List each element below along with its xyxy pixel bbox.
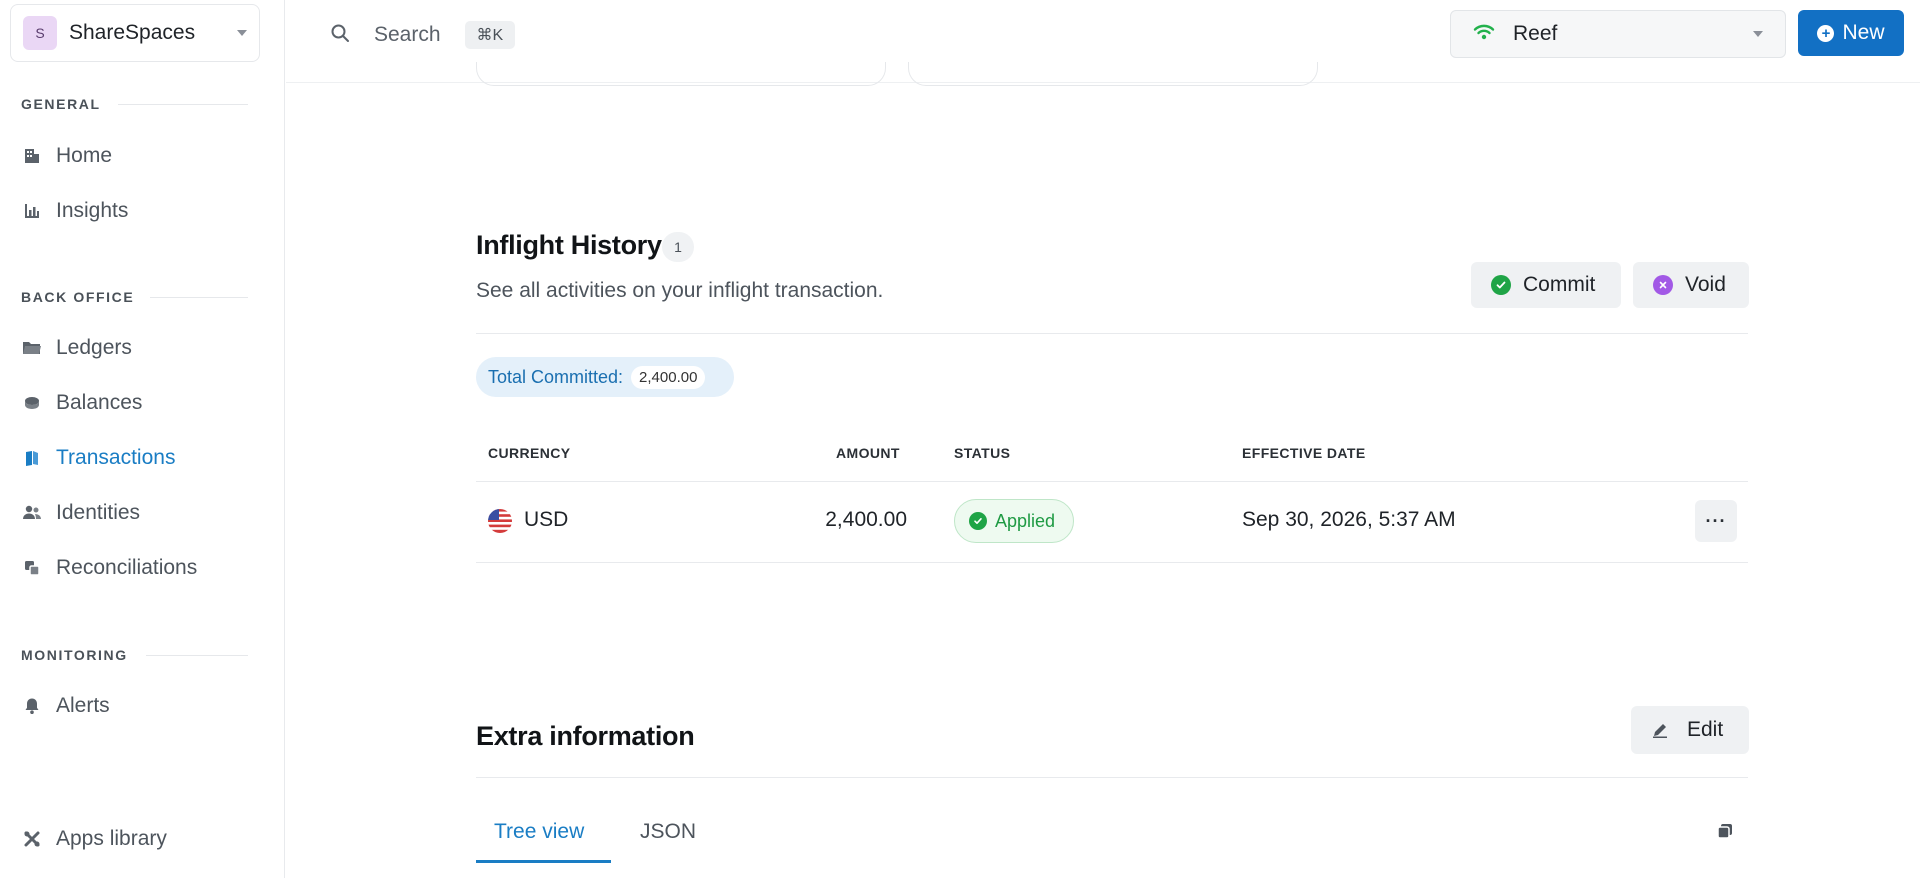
card-edge	[908, 62, 1318, 86]
sidebar-item-label: Balances	[56, 391, 143, 414]
tab-tree-view[interactable]: Tree view	[494, 820, 584, 844]
column-header-effective-date[interactable]: EFFECTIVE DATE	[1242, 445, 1366, 461]
row-currency: USD	[524, 508, 569, 531]
section-title-back-office: BACK OFFICE	[21, 289, 135, 305]
pencil-icon	[1651, 721, 1669, 739]
total-committed-value: 2,400.00	[631, 365, 706, 389]
inflight-history-subtitle: See all activities on your inflight tran…	[476, 279, 884, 302]
table-header-divider	[476, 481, 1748, 482]
coins-icon	[21, 392, 43, 414]
search-label: Search	[374, 23, 441, 46]
sidebar-item-label: Alerts	[56, 694, 110, 717]
tab-json[interactable]: JSON	[640, 820, 696, 844]
sidebar-item-label: Apps library	[56, 827, 167, 850]
column-header-currency[interactable]: CURRENCY	[488, 445, 571, 461]
status-badge: Applied	[954, 499, 1074, 543]
chevron-down-icon	[237, 30, 247, 36]
environment-name: Reef	[1513, 22, 1558, 45]
section-title-general: GENERAL	[21, 96, 101, 112]
column-header-amount[interactable]: AMOUNT	[836, 445, 900, 461]
sidebar-item-label: Ledgers	[56, 336, 132, 359]
section-divider	[118, 104, 248, 105]
table-row-divider	[476, 562, 1748, 563]
users-icon	[21, 502, 43, 524]
total-committed-label: Total Committed:	[488, 366, 624, 387]
sidebar-item-reconciliations[interactable]: Reconciliations	[21, 548, 197, 588]
new-button[interactable]: + New	[1798, 10, 1904, 56]
copy-icon[interactable]	[1716, 822, 1734, 845]
wifi-icon	[1473, 23, 1495, 46]
section-divider	[146, 655, 248, 656]
sidebar-item-balances[interactable]: Balances	[21, 383, 142, 423]
check-circle-icon	[1491, 275, 1511, 295]
row-effective-date: Sep 30, 2026, 5:37 AM	[1242, 508, 1456, 531]
us-flag-icon	[488, 509, 512, 533]
commit-button[interactable]: Commit	[1471, 262, 1621, 308]
count-badge: 1	[662, 232, 694, 262]
sidebar-item-transactions[interactable]: Transactions	[21, 438, 175, 478]
void-button[interactable]: Void	[1633, 262, 1749, 308]
extra-information-title: Extra information	[476, 721, 695, 751]
search-trigger[interactable]: Search ⌘K	[330, 18, 516, 52]
total-committed-pill: Total Committed: 2,400.00	[476, 357, 734, 397]
sidebar: S ShareSpaces GENERAL Home Insights BACK…	[0, 0, 285, 878]
sidebar-item-label: Identities	[56, 501, 141, 524]
card-edge	[476, 62, 886, 86]
sidebar-item-ledgers[interactable]: Ledgers	[21, 328, 132, 368]
reconcile-icon	[21, 557, 43, 579]
sidebar-item-alerts[interactable]: Alerts	[21, 686, 110, 726]
inflight-history-title: Inflight History	[476, 230, 662, 260]
workspace-avatar: S	[23, 16, 57, 50]
row-actions-button[interactable]: ···	[1695, 500, 1737, 542]
tools-icon	[21, 828, 43, 850]
section-divider	[476, 777, 1748, 778]
column-header-status[interactable]: STATUS	[954, 445, 1010, 461]
check-circle-icon	[969, 512, 987, 530]
sidebar-item-apps-library[interactable]: Apps library	[21, 819, 167, 859]
chevron-down-icon	[1753, 31, 1763, 37]
new-button-label: New	[1842, 21, 1885, 44]
sidebar-item-insights[interactable]: Insights	[21, 191, 128, 231]
section-title-monitoring: MONITORING	[21, 647, 128, 663]
search-icon	[330, 23, 350, 48]
environment-selector[interactable]: Reef	[1450, 10, 1786, 58]
status-label: Applied	[995, 510, 1056, 531]
bell-icon	[21, 695, 43, 717]
bar-chart-icon	[21, 200, 43, 222]
sidebar-item-label: Insights	[56, 199, 129, 222]
edit-label: Edit	[1687, 718, 1724, 741]
edit-button[interactable]: Edit	[1631, 706, 1749, 754]
search-shortcut: ⌘K	[464, 21, 516, 49]
folder-icon	[21, 337, 43, 359]
active-tab-indicator	[476, 860, 611, 863]
transactions-icon	[21, 447, 43, 469]
more-horizontal-icon: ···	[1705, 510, 1727, 531]
section-divider	[150, 297, 248, 298]
sidebar-item-identities[interactable]: Identities	[21, 493, 140, 533]
x-circle-icon	[1653, 275, 1673, 295]
plus-circle-icon: +	[1817, 24, 1835, 42]
workspace-switcher[interactable]: S ShareSpaces	[10, 4, 260, 62]
workspace-name: ShareSpaces	[69, 21, 196, 44]
sidebar-item-home[interactable]: Home	[21, 136, 112, 176]
sidebar-item-label: Transactions	[56, 446, 176, 469]
sidebar-item-label: Reconciliations	[56, 556, 198, 579]
void-label: Void	[1685, 273, 1726, 296]
commit-label: Commit	[1523, 273, 1596, 296]
row-amount: 2,400.00	[825, 508, 907, 531]
section-divider	[476, 333, 1748, 334]
building-icon	[21, 145, 43, 167]
sidebar-item-label: Home	[56, 144, 113, 167]
